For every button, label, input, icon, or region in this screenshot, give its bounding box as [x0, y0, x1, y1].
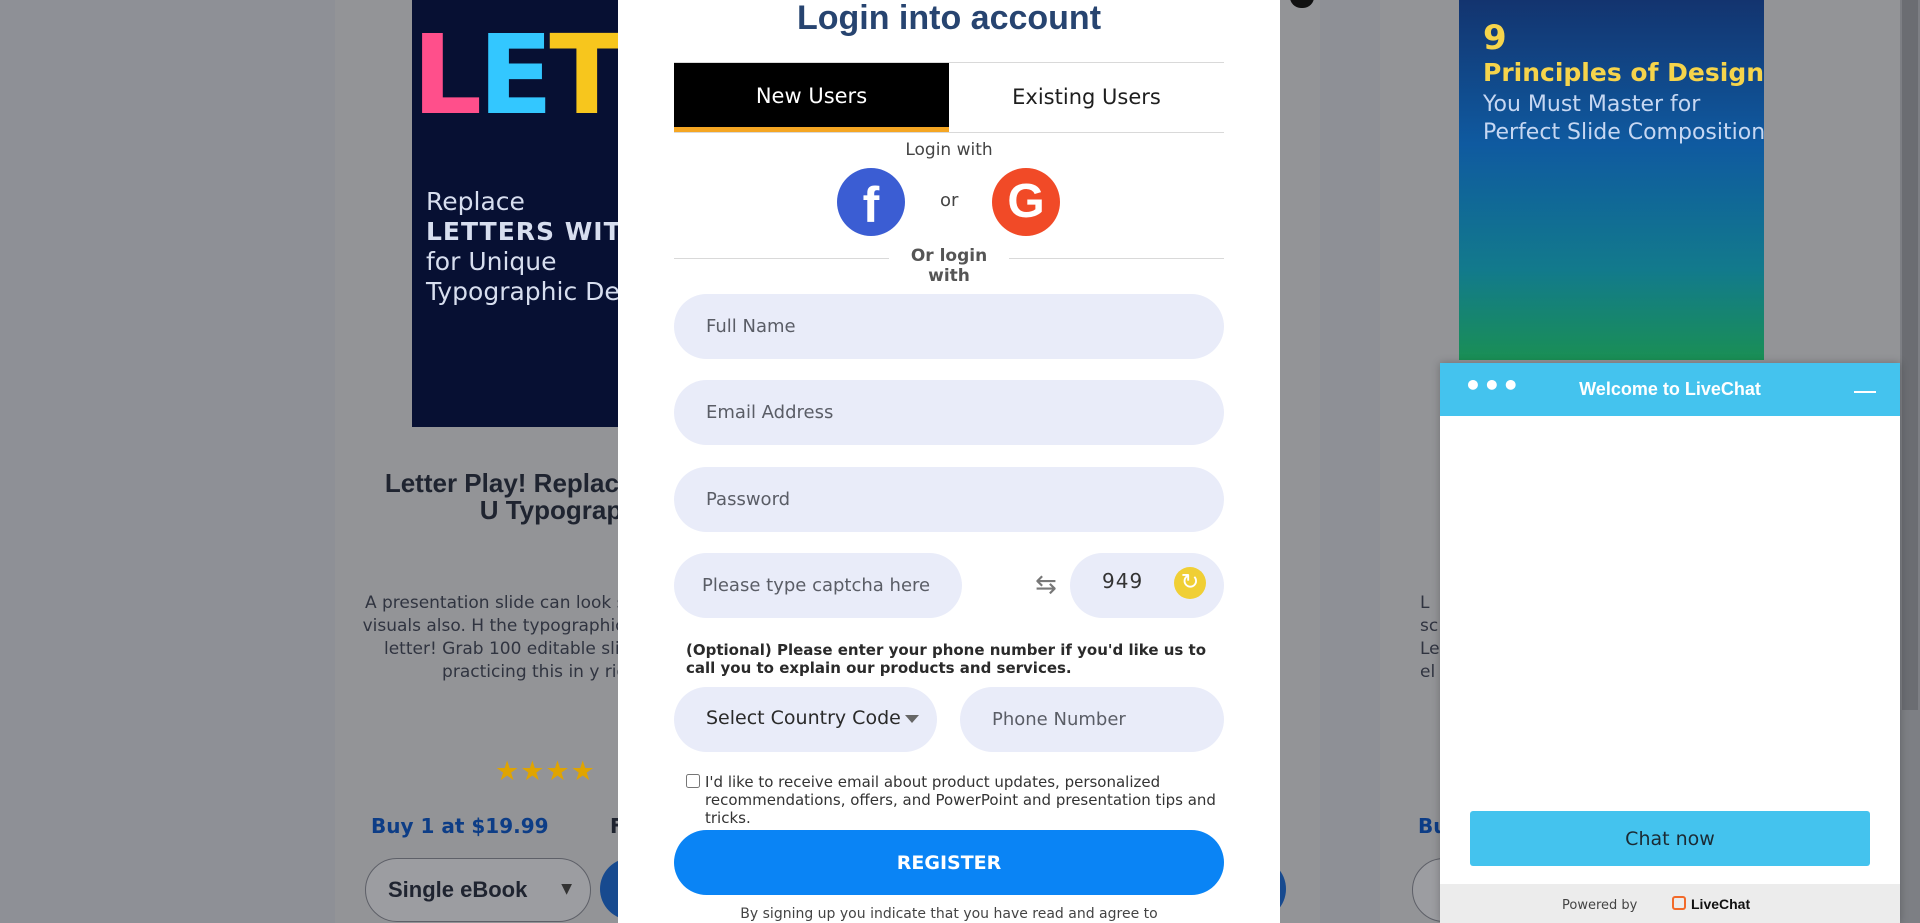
country-code-select[interactable]: Select Country Code	[674, 687, 937, 752]
google-login-button[interactable]: G	[992, 168, 1060, 236]
login-with-label: Login with	[905, 140, 993, 160]
page-scrollbar[interactable]	[1900, 0, 1920, 923]
cover-line: You Must Master for	[1483, 92, 1701, 117]
left-book-cover[interactable]: LETT Replace LETTERS WITH IC for Unique …	[412, 0, 622, 427]
google-icon: G	[1007, 175, 1045, 228]
terms-text: By signing up you indicate that you have…	[740, 906, 1158, 922]
email-field[interactable]	[674, 380, 1224, 445]
cover-letter: L	[412, 11, 482, 139]
tab-new-users[interactable]: New Users	[674, 63, 949, 132]
user-type-tabs: New Users Existing Users	[674, 62, 1224, 133]
livechat-title: Welcome to LiveChat	[1579, 379, 1761, 399]
tab-existing-users[interactable]: Existing Users	[949, 63, 1224, 132]
livechat-widget: ••• Welcome to LiveChat Chat now Powered…	[1440, 363, 1900, 923]
price-label: Buy 1 at $19.99	[371, 814, 549, 838]
right-card-description: L sc Le el	[1420, 593, 1440, 682]
country-code-value: Select Country Code	[706, 707, 901, 729]
edition-select[interactable]: Single eBook ▼	[365, 858, 591, 922]
chat-now-button[interactable]: Chat now	[1470, 811, 1870, 866]
cover-letters: LETT	[412, 20, 622, 130]
edition-select-value: Single eBook	[388, 877, 528, 902]
captcha-input[interactable]	[674, 553, 962, 618]
cover-line: LETTERS WITH IC	[426, 217, 622, 246]
or-login-with-divider: Or login with	[674, 246, 1224, 286]
livechat-header: ••• Welcome to LiveChat	[1440, 363, 1900, 416]
captcha-display: 949 ↻	[1070, 553, 1224, 618]
phone-note: (Optional) Please enter your phone numbe…	[686, 641, 1226, 677]
rating-stars: ★★★★	[495, 756, 596, 787]
cover-line: for Unique	[426, 247, 557, 276]
or-login-with-label: Or login with	[889, 246, 1009, 286]
livechat-footer: Powered by LiveChat	[1440, 884, 1900, 923]
cover-letter: T	[549, 11, 622, 139]
or-separator: or	[940, 190, 959, 211]
cover-line: Typographic De	[426, 277, 620, 306]
modal-title: Login into account	[796, 0, 1102, 37]
minimize-icon[interactable]	[1854, 377, 1876, 399]
cover-number: 9	[1483, 18, 1507, 58]
cover-line: Perfect Slide Compositions	[1483, 120, 1764, 145]
chevron-down-icon: ▼	[561, 881, 572, 897]
phone-number-field[interactable]	[960, 687, 1224, 752]
cover-title: Principles of Design	[1483, 58, 1764, 87]
livechat-logo-icon	[1672, 896, 1686, 910]
powered-by-label: Powered by	[1562, 898, 1638, 913]
register-button[interactable]: REGISTER	[674, 830, 1224, 895]
password-field[interactable]	[674, 467, 1224, 532]
consent-text: I'd like to receive email about product …	[705, 773, 1216, 827]
cover-line: Replace	[426, 187, 525, 216]
scrollbar-thumb[interactable]	[1902, 0, 1918, 710]
full-name-field[interactable]	[674, 294, 1224, 359]
captcha-code: 949	[1102, 569, 1144, 593]
login-modal: Login into account New Users Existing Us…	[618, 0, 1280, 923]
refresh-icon[interactable]: ↻	[1174, 567, 1206, 599]
cover-letter: E	[478, 11, 553, 139]
consent-checkbox[interactable]	[686, 774, 700, 788]
optional-label: (Optional)	[686, 641, 772, 659]
facebook-login-button[interactable]: f	[837, 168, 905, 236]
facebook-icon: f	[862, 177, 880, 233]
right-book-cover[interactable]: 9 Principles of Design You Must Master f…	[1459, 0, 1764, 360]
swap-arrows-icon: ⇆	[1035, 570, 1057, 600]
livechat-brand[interactable]: LiveChat	[1691, 896, 1750, 912]
chevron-down-icon	[905, 715, 919, 723]
